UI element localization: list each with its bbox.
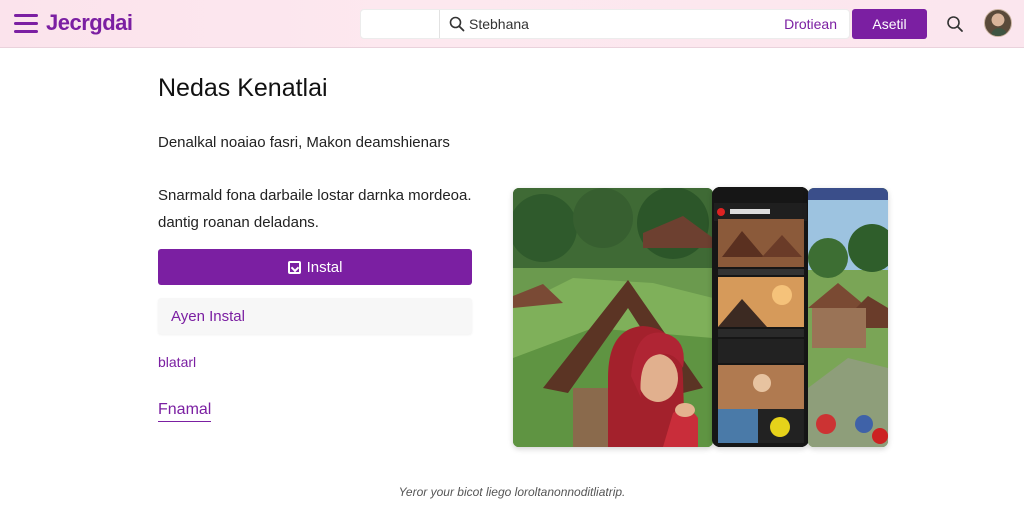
install-icon [287,260,301,274]
page-subtitle: Denalkal noaiao fasri, Makon deamshienar… [158,134,450,151]
install-button-label: Instal [306,258,343,276]
search-bar: Drotiean [360,9,850,39]
brand-logo[interactable]: Jecrgdai [46,10,133,36]
page-title: Nedas Kenatlai [158,74,328,102]
search-icon[interactable] [946,15,964,33]
village-side-photo [808,188,888,447]
page-description: Snarmald fona darbaile lostar darnka mor… [158,187,472,231]
text-link-one[interactable]: blatarl [158,354,196,370]
top-header: Jecrgdai Drotiean Asetil [0,0,1024,48]
header-action-button[interactable]: Asetil [852,9,927,39]
install-button[interactable]: Instal [158,249,472,285]
text-link-two[interactable]: Fnamal [158,401,212,422]
hamburger-menu-icon[interactable] [14,12,38,34]
search-input[interactable] [469,14,769,34]
search-divider [439,10,440,38]
phone-app-preview [712,187,809,447]
secondary-install-button[interactable]: Ayen Instal [158,298,472,334]
hero-photo-village [513,188,713,447]
search-scope-link[interactable]: Drotiean [784,16,837,32]
footer-note: Yeror your bicot liego loroltanonnoditli… [398,485,626,499]
search-icon [449,16,465,32]
user-avatar[interactable] [984,9,1012,37]
